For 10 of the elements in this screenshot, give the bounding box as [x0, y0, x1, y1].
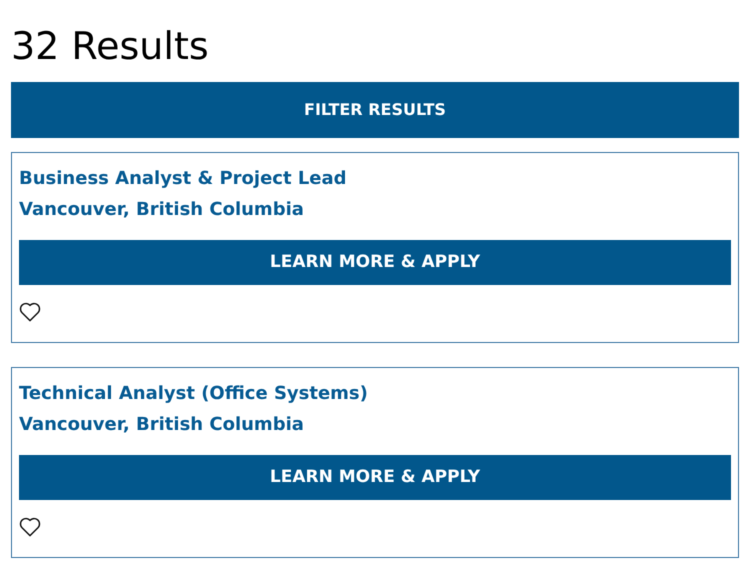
job-title-link[interactable]: Business Analyst & Project Lead: [19, 163, 347, 194]
job-location: Vancouver, British Columbia: [19, 413, 304, 437]
job-location: Vancouver, British Columbia: [19, 198, 304, 222]
filter-results-button[interactable]: FILTER RESULTS: [11, 82, 739, 138]
heart-icon[interactable]: [19, 517, 41, 537]
job-title-link[interactable]: Technical Analyst (Office Systems): [19, 378, 368, 409]
page-heading: 32 Results: [11, 23, 209, 70]
heart-icon[interactable]: [19, 302, 41, 322]
learn-more-apply-button[interactable]: LEARN MORE & APPLY: [19, 455, 731, 500]
learn-more-apply-button[interactable]: LEARN MORE & APPLY: [19, 240, 731, 285]
